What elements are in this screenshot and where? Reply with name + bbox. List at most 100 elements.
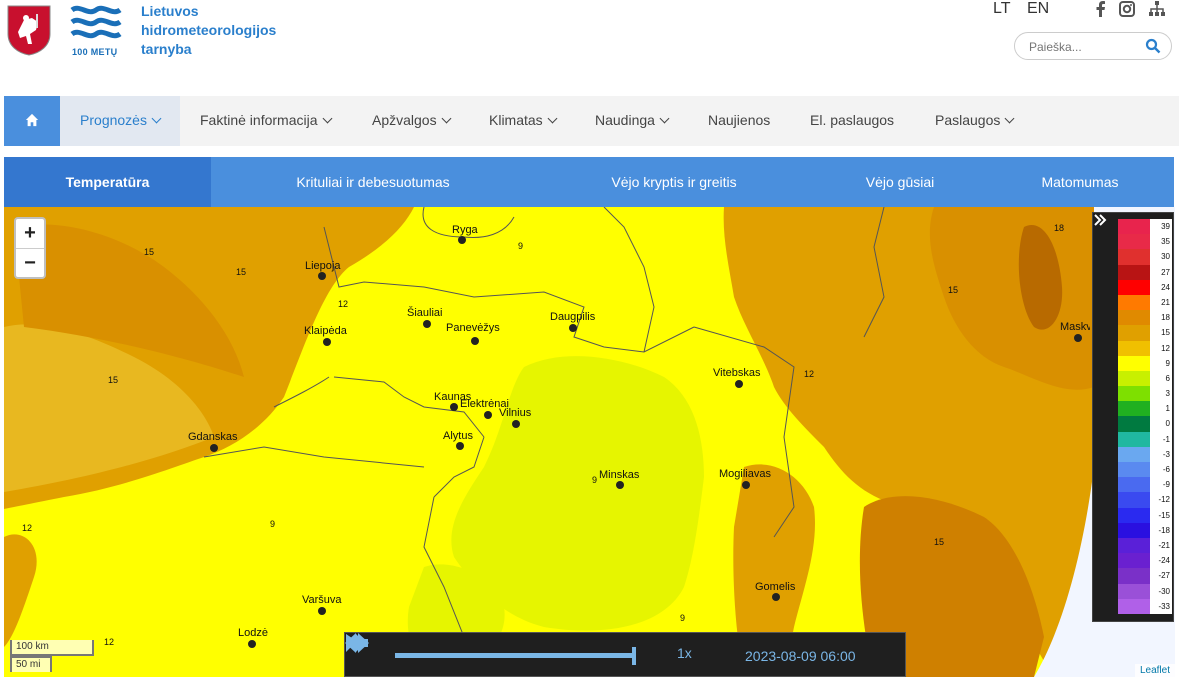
legend-value: 9: [1165, 358, 1170, 368]
nav-item-faktine-informacija[interactable]: Faktinė informacija: [200, 96, 332, 146]
nav-item-el-paslaugos[interactable]: El. paslaugos: [810, 96, 894, 146]
lang-lt-link[interactable]: LT: [993, 0, 1010, 18]
city-label-alytus: Alytus: [443, 430, 473, 442]
city-marker: [616, 481, 624, 489]
legend-value: -30: [1158, 586, 1170, 596]
city-label-minskas: Minskas: [599, 469, 640, 481]
city-marker: [323, 338, 331, 346]
legend-swatch: [1118, 492, 1150, 508]
contour-label: 12: [338, 299, 349, 309]
legend-value: -15: [1158, 510, 1170, 520]
city-label-mogiliavas: Mogiliavas: [719, 468, 771, 480]
scale-bar-km: 100 km: [10, 640, 94, 656]
city-marker: [742, 481, 750, 489]
legend-value: 6: [1165, 373, 1170, 383]
instagram-icon[interactable]: [1118, 0, 1136, 18]
legend-swatch: [1118, 568, 1150, 584]
tab-krituliai[interactable]: Krituliai ir debesuotumas: [266, 157, 480, 207]
nav-item-prognozes[interactable]: Prognozės: [60, 96, 180, 146]
legend-swatch: [1118, 537, 1150, 554]
timeline-slider[interactable]: [395, 653, 635, 658]
legend-swatch: [1118, 431, 1150, 447]
contour-label: 9: [518, 241, 524, 251]
nav-item-naudinga[interactable]: Naudinga: [595, 96, 670, 146]
city-marker: [210, 444, 218, 452]
city-marker: [772, 593, 780, 601]
timeline-player: 1x 2023-08-09 06:00: [344, 632, 906, 677]
tab-vejo-gusiai[interactable]: Vėjo gūsiai: [844, 157, 956, 207]
legend-value: -3: [1162, 449, 1170, 459]
contour-label: 9: [592, 475, 598, 485]
legend-value: 30: [1161, 252, 1170, 262]
city-marker: [456, 442, 464, 450]
legend-value: -1: [1162, 434, 1170, 444]
city-marker: [1074, 334, 1082, 342]
legend-swatch: [1118, 234, 1150, 250]
legend-value: 27: [1161, 267, 1170, 277]
nav-item-apzvalgos[interactable]: Apžvalgos: [372, 96, 452, 146]
timeline-handle[interactable]: [632, 647, 636, 665]
nav-item-klimatas[interactable]: Klimatas: [489, 96, 558, 146]
legend-value: -33: [1158, 601, 1170, 611]
site-header: 100 METŲ Lietuvos hidrometeorologijos ta…: [0, 0, 1179, 96]
tab-vejo-kryptis[interactable]: Vėjo kryptis ir greitis: [590, 157, 758, 207]
forecast-datetime: 2023-08-09 06:00: [745, 648, 856, 664]
city-marker: [512, 420, 520, 428]
legend-value: 0: [1165, 419, 1170, 429]
chevron-down-icon: [322, 113, 332, 124]
playback-speed[interactable]: 1x: [677, 645, 692, 661]
legend-swatch: [1118, 507, 1150, 523]
zoom-control: + −: [14, 217, 46, 279]
forecast-tabs: Temperatūra Krituliai ir debesuotumas Vė…: [4, 157, 1174, 207]
tab-matomumas[interactable]: Matomumas: [1022, 157, 1138, 207]
org-name-line: tarnyba: [141, 41, 192, 57]
temperature-map[interactable]: 9 9 9 9 12 12 12 12 15 15 15 15 15 18 Ry…: [4, 207, 1175, 677]
legend-value: 1: [1165, 404, 1170, 414]
legend-swatch: [1118, 477, 1150, 493]
chevron-down-icon: [1004, 113, 1015, 124]
contour-label: 15: [236, 267, 247, 277]
zoom-out-button[interactable]: −: [16, 249, 44, 278]
org-name-line: hidrometeorologijos: [141, 22, 277, 38]
city-label-varsuva: Varšuva: [302, 594, 342, 606]
legend-swatch: [1118, 553, 1150, 569]
contour-label: 12: [104, 637, 115, 647]
contour-label: 15: [934, 537, 945, 547]
sitemap-icon[interactable]: [1148, 0, 1166, 18]
search-input[interactable]: [1027, 37, 1141, 57]
contour-label: 12: [22, 523, 33, 533]
nav-item-label: Prognozės: [80, 112, 147, 128]
nav-item-naujienos[interactable]: Naujienos: [708, 96, 770, 146]
search-icon[interactable]: [1145, 38, 1161, 54]
leaflet-attribution-link[interactable]: Leaflet: [1134, 664, 1175, 677]
city-label-maskva: Maskva: [1060, 321, 1090, 333]
nav-item-paslaugos[interactable]: Paslaugos: [935, 96, 1015, 146]
city-label-ryga: Ryga: [452, 224, 478, 236]
city-label-panevezys: Panevėžys: [446, 322, 500, 334]
legend-swatch: [1118, 386, 1150, 402]
zoom-in-button[interactable]: +: [16, 219, 44, 249]
org-name-line: Lietuvos: [141, 3, 199, 19]
nav-home-button[interactable]: [4, 96, 60, 146]
legend-swatch: [1118, 370, 1150, 387]
legend-value: 24: [1161, 282, 1170, 292]
double-chevron-right-icon[interactable]: [1093, 213, 1107, 227]
legend-swatches: [1118, 219, 1150, 614]
lang-en-link[interactable]: EN: [1027, 0, 1049, 18]
chevron-down-icon: [151, 113, 162, 124]
city-marker: [423, 320, 431, 328]
facebook-icon[interactable]: [1092, 0, 1110, 18]
tab-temperatura[interactable]: Temperatūra: [4, 157, 211, 207]
main-navigation: Prognozės Faktinė informacija Apžvalgos …: [4, 96, 1179, 146]
legend-swatch: [1118, 355, 1150, 371]
coat-of-arms-icon[interactable]: [6, 4, 52, 56]
legend-value: 3: [1165, 389, 1170, 399]
legend-value: -27: [1158, 571, 1170, 581]
search-box[interactable]: [1014, 32, 1172, 60]
legend-swatch: [1118, 294, 1150, 311]
nav-item-label: Paslaugos: [935, 112, 1001, 128]
org-name[interactable]: Lietuvos hidrometeorologijos tarnyba: [141, 2, 311, 59]
city-label-daugpilis: Daugpilis: [550, 311, 596, 323]
arrow-right-icon[interactable]: [345, 633, 369, 653]
city-label-gomelis: Gomelis: [755, 581, 796, 593]
